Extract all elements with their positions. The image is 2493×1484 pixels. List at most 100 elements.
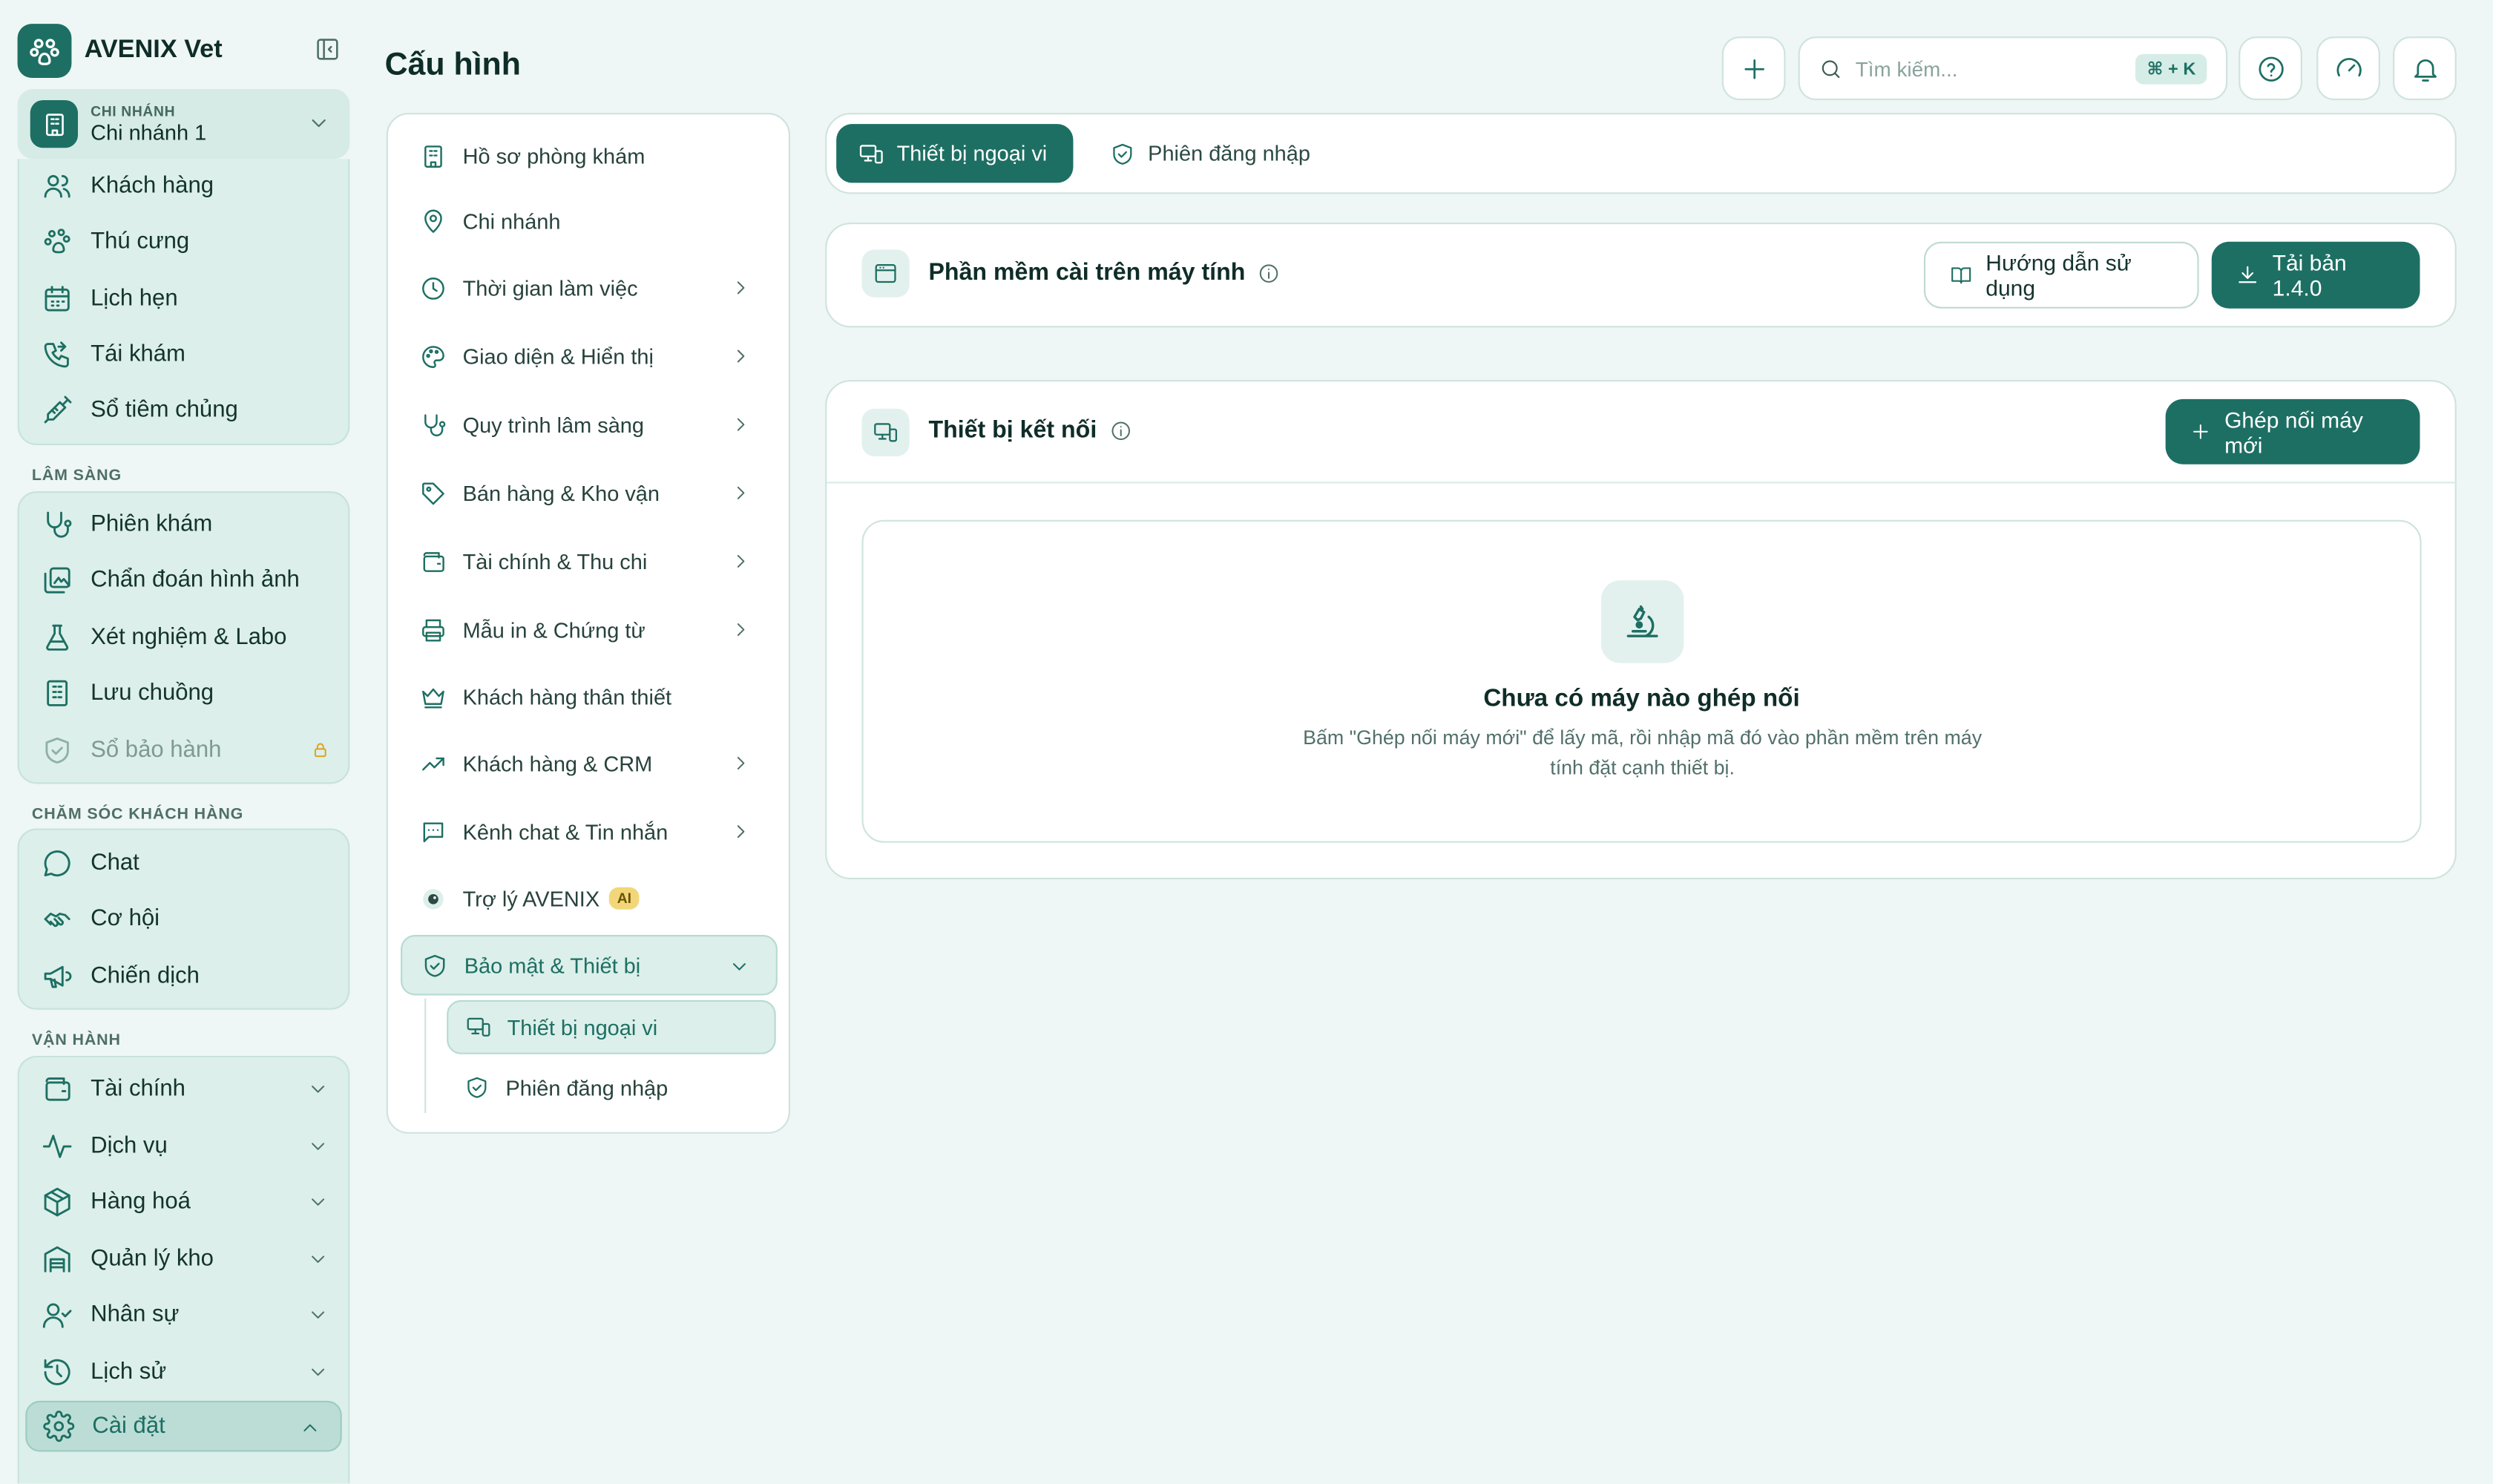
pair-new-device-button[interactable]: Ghép nối máy mới: [2165, 398, 2420, 464]
software-card-title: Phần mềm cài trên máy tính: [928, 259, 1280, 286]
download-button[interactable]: Tải bản 1.4.0: [2211, 241, 2420, 309]
printer-icon: [422, 618, 444, 641]
chevron-down-icon: [307, 1361, 329, 1383]
calendar-icon: [45, 286, 70, 312]
settings-item-print-templates[interactable]: Mẫu in & Chứng từ: [401, 603, 778, 657]
add-button[interactable]: [1721, 36, 1786, 101]
ai-badge: AI: [608, 887, 640, 910]
performance-button[interactable]: [2316, 36, 2380, 101]
chevron-right-icon: [730, 619, 752, 641]
book-open-icon: [1951, 267, 1971, 284]
help-icon: [2258, 56, 2283, 81]
sidebar-item-services[interactable]: Dịch vụ: [19, 1121, 352, 1172]
sidebar-item-exam[interactable]: Phiên khám: [19, 499, 352, 551]
settings-item-security-devices[interactable]: Bảo mật & Thiết bị: [401, 935, 778, 996]
devices-icon: [861, 408, 910, 457]
map-pin-icon: [424, 209, 442, 232]
settings-item-ai-assistant[interactable]: Trợ lý AVENIX AI: [401, 871, 778, 925]
sidebar-item-goods[interactable]: Hàng hoá: [19, 1177, 352, 1228]
sidebar-item-appointments[interactable]: Lịch hẹn: [19, 274, 352, 325]
plus-icon: [1744, 58, 1764, 79]
sidebar-item-vaccination[interactable]: Sổ tiêm chủng: [19, 385, 352, 436]
sidebar-item-hr[interactable]: Nhân sự: [19, 1290, 352, 1341]
app-window-icon: [861, 249, 910, 298]
chevron-right-icon: [730, 345, 752, 367]
settings-item-finance[interactable]: Tài chính & Thu chi: [401, 534, 778, 588]
stethoscope-icon: [424, 413, 446, 436]
nav-group-clinical: Phiên khám Chẩn đoán hình ảnh Xét nghiệm…: [17, 491, 352, 784]
sidebar-item-followup[interactable]: Tái khám: [19, 329, 352, 381]
settings-item-branches[interactable]: Chi nhánh: [401, 194, 778, 248]
sidebar-item-opportunities[interactable]: Cơ hội: [19, 893, 352, 945]
crown-icon: [422, 687, 444, 708]
settings-item-appearance[interactable]: Giao diện & Hiển thị: [401, 329, 778, 384]
chevron-right-icon: [730, 413, 752, 436]
section-customer-care: CHĂM SÓC KHÁCH HÀNG: [31, 806, 244, 824]
info-icon[interactable]: [1109, 419, 1131, 441]
settings-item-working-hours[interactable]: Thời gian làm việc: [401, 260, 778, 315]
plus-icon: [2193, 424, 2208, 439]
chevron-right-icon: [730, 277, 752, 299]
sidebar-item-finance[interactable]: Tài chính: [19, 1064, 352, 1115]
empty-state-title: Chưa có máy nào ghép nối: [1483, 685, 1800, 713]
section-clinical: LÂM SÀNG: [31, 467, 122, 485]
shortcut-badge: ⌘ + K: [2135, 53, 2207, 85]
branch-selector[interactable]: CHI NHÁNH Chi nhánh 1: [17, 89, 350, 160]
search-input[interactable]: [1855, 56, 2110, 81]
devices-icon: [467, 1017, 490, 1037]
history-icon: [44, 1359, 70, 1385]
message-square-icon: [423, 821, 444, 842]
chevron-down-icon: [307, 111, 331, 135]
devices-icon: [859, 144, 883, 163]
sidebar-item-settings[interactable]: Cài đặt: [25, 1400, 342, 1452]
sidebar-collapse-icon[interactable]: [313, 35, 342, 64]
brand[interactable]: AVENIX Vet: [17, 22, 352, 79]
info-icon[interactable]: [1258, 262, 1281, 284]
settings-item-loyalty[interactable]: Khách hàng thân thiết: [401, 669, 778, 723]
tab-login-sessions[interactable]: Phiên đăng nhập: [1088, 124, 1333, 183]
sidebar-item-boarding[interactable]: Lưu chuồng: [19, 668, 352, 719]
building-icon: [30, 100, 79, 148]
sidebar-item-imaging[interactable]: Chẩn đoán hình ảnh: [19, 555, 352, 606]
trending-up-icon: [422, 756, 444, 770]
page-title: Cấu hình: [384, 47, 521, 83]
sidebar-item-pets[interactable]: Thú cưng: [19, 216, 352, 267]
settings-item-clinic-profile[interactable]: Hồ sơ phòng khám: [401, 129, 778, 183]
user-guide-button[interactable]: Hướng dẫn sử dụng: [1923, 241, 2199, 309]
sidebar-item-customers[interactable]: Khách hàng: [19, 160, 352, 211]
chevron-down-icon: [307, 1078, 329, 1100]
settings-item-chat-channels[interactable]: Kênh chat & Tin nhắn: [401, 804, 778, 858]
settings-subitem-peripherals[interactable]: Thiết bị ngoại vi: [447, 999, 776, 1054]
help-button[interactable]: [2239, 36, 2302, 101]
wallet-icon: [45, 1077, 70, 1101]
sidebar-item-warranty: Sổ bảo hành: [19, 725, 352, 776]
shield-check-icon: [424, 953, 445, 976]
settings-item-clinical-workflow[interactable]: Quy trình lâm sàng: [401, 398, 778, 452]
bell-icon: [2413, 58, 2436, 81]
shield-check-icon: [467, 1077, 487, 1098]
user-check-icon: [42, 1303, 72, 1328]
sidebar: AVENIX Vet CHI NHÁNH Chi nhánh 1 Khách h…: [0, 0, 366, 1484]
sidebar-item-history[interactable]: Lịch sử: [19, 1347, 352, 1398]
sidebar-item-chat[interactable]: Chat: [19, 838, 352, 889]
settings-item-sales-inventory[interactable]: Bán hàng & Kho vận: [401, 466, 778, 520]
search-box[interactable]: ⌘ + K: [1798, 36, 2228, 101]
sidebar-item-campaigns[interactable]: Chiến dịch: [19, 951, 352, 1002]
flask-icon: [46, 624, 69, 651]
submenu-connector: [424, 998, 427, 1114]
chevron-right-icon: [730, 550, 752, 572]
sidebar-item-lab[interactable]: Xét nghiệm & Labo: [19, 612, 352, 663]
settings-subitem-sessions[interactable]: Phiên đăng nhập: [447, 1060, 776, 1114]
sidebar-item-warehouse[interactable]: Quản lý kho: [19, 1234, 352, 1285]
tab-peripherals[interactable]: Thiết bị ngoại vi: [836, 124, 1074, 183]
chevron-up-icon: [299, 1416, 321, 1439]
download-icon: [2239, 266, 2257, 283]
notifications-button[interactable]: [2393, 36, 2457, 101]
chevron-down-icon: [307, 1191, 329, 1213]
card-divider: [827, 482, 2457, 484]
settings-item-crm[interactable]: Khách hàng & CRM: [401, 736, 778, 790]
lock-icon: [312, 741, 329, 759]
megaphone-icon: [44, 965, 72, 988]
syringe-icon: [44, 395, 72, 424]
microscope-icon: [1600, 580, 1684, 663]
